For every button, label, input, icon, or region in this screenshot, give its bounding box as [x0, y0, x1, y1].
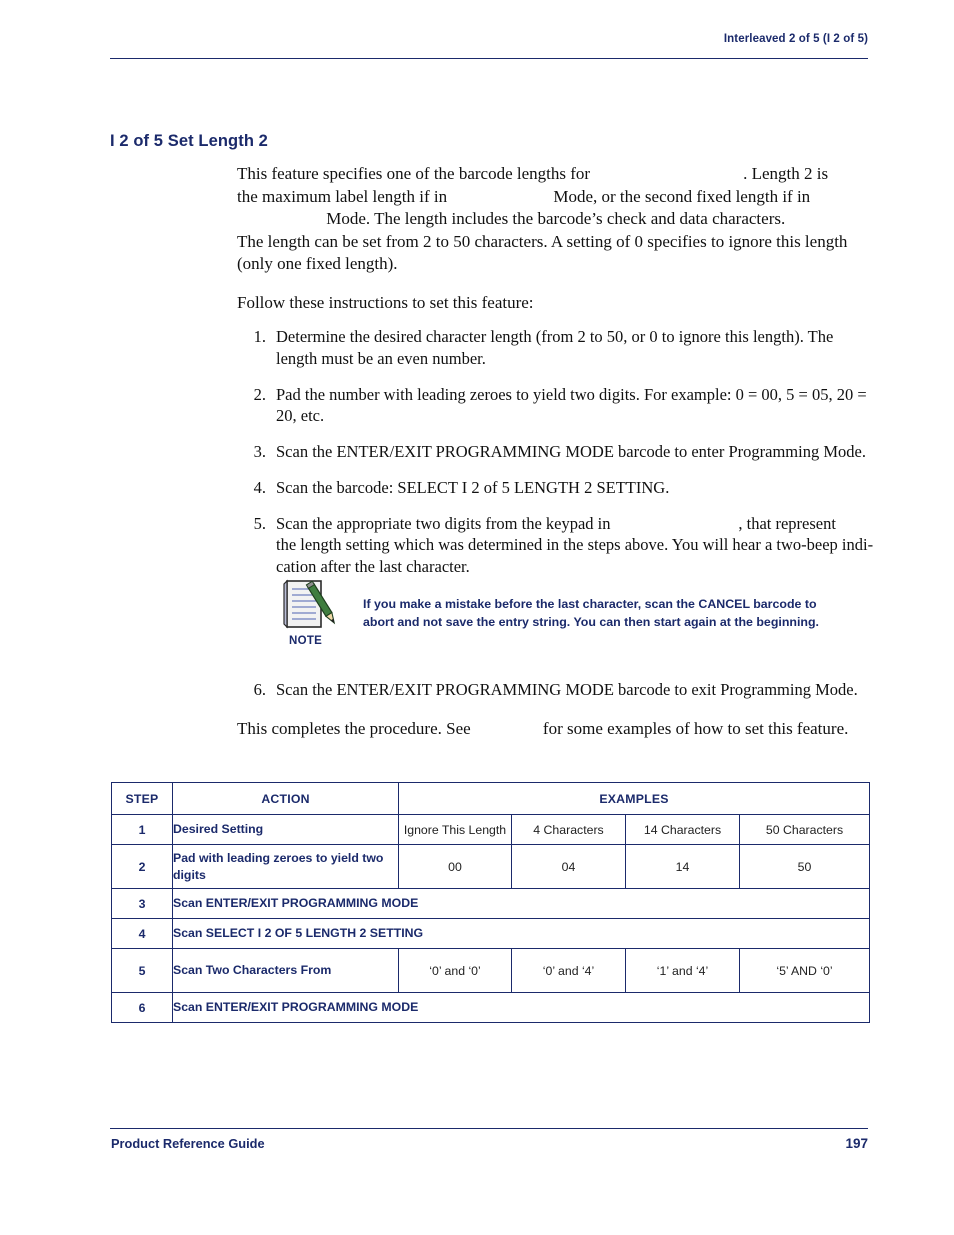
table-row: 5 Scan Two Characters From ‘0’ and ‘0’ ‘… [111, 948, 870, 993]
step-item-1: 1. Determine the desired character lengt… [244, 326, 874, 370]
step-number: 3. [253, 442, 266, 462]
closing-paragraph: This completes the procedure. See for so… [237, 718, 877, 741]
row-step: 4 [111, 918, 173, 949]
row-example-1: ‘0’ and ‘0’ [398, 948, 512, 993]
running-header: Interleaved 2 of 5 (I 2 of 5) [723, 33, 868, 45]
intro-follow-instructions: Follow these instructions to set this fe… [237, 293, 534, 313]
intro-line-5: (only one fixed length). [237, 254, 398, 274]
row-example-3: 14 Characters [625, 814, 740, 845]
row-step: 2 [111, 844, 173, 889]
row-example-4: ‘5’ AND ‘0’ [739, 948, 870, 993]
footer-divider [110, 1128, 868, 1129]
closing-b: for some examples of how to set this fea… [542, 719, 849, 738]
row-action: Scan ENTER/EXIT PROGRAMMING MODE [172, 992, 870, 1023]
steps-list: 1. Determine the desired character lengt… [244, 326, 874, 592]
table-row: 6 Scan ENTER/EXIT PROGRAMMING MODE [111, 992, 870, 1023]
procedure-table: STEP ACTION EXAMPLES 1 Desired Setting I… [111, 782, 870, 1023]
intro-line-2: the maximum label length if in Mode, or … [237, 186, 873, 209]
note-text: If you make a mistake before the last ch… [363, 596, 855, 632]
intro-line-1b: . Length 2 is [743, 164, 829, 183]
step-5-blank [611, 514, 739, 533]
step-text-b: , that represent [738, 513, 836, 533]
step-item-5: 5. Scan the appropriate two digits from … [244, 513, 874, 578]
note-line-1: If you make a mistake before the last ch… [363, 597, 817, 611]
step-number: 1. [253, 327, 266, 346]
table-header-examples: EXAMPLES [398, 782, 870, 815]
row-step: 5 [111, 948, 173, 993]
table-row: 4 Scan SELECT I 2 OF 5 LENGTH 2 SETTING [111, 918, 870, 949]
table-row: 1 Desired Setting Ignore This Length 4 C… [111, 814, 870, 845]
table-row: 3 Scan ENTER/EXIT PROGRAMMING MODE [111, 888, 870, 919]
row-example-2: ‘0’ and ‘4’ [511, 948, 626, 993]
step-item-4: 4. Scan the barcode: SELECT I 2 of 5 LEN… [244, 477, 874, 499]
row-example-4: 50 [739, 844, 870, 889]
row-example-2: 04 [511, 844, 626, 889]
table-header-action: ACTION [172, 782, 399, 815]
note-line-2: abort and not save the entry string. You… [363, 614, 819, 629]
intro-line-3a: Mode. The length includes the barcode’s … [326, 209, 786, 229]
document-page: Interleaved 2 of 5 (I 2 of 5) I 2 of 5 S… [0, 0, 954, 1235]
row-action: Scan ENTER/EXIT PROGRAMMING MODE [172, 888, 870, 919]
step-number: 2. [253, 384, 266, 404]
row-action: Scan Two Characters From [172, 948, 399, 993]
table-row: 2 Pad with leading zeroes to yield two d… [111, 844, 870, 889]
intro-line-1a: This feature specifies one of the barcod… [237, 164, 591, 183]
intro-line-1: This feature specifies one of the barcod… [237, 163, 873, 186]
step-text: Scan the barcode: SELECT I 2 of 5 LENGTH… [276, 477, 670, 497]
row-example-3: ‘1’ and ‘4’ [625, 948, 740, 993]
step-item-3: 3. Scan the ENTER/EXIT PROGRAMMING MODE … [244, 441, 874, 463]
row-example-2: 4 Characters [511, 814, 626, 845]
closing-blank [471, 719, 543, 738]
step-text: Determine the desired character length (… [276, 327, 834, 368]
intro-blank-1 [590, 164, 743, 183]
row-example-3: 14 [625, 844, 740, 889]
step-6-list: 6. Scan the ENTER/EXIT PROGRAMMING MODE … [244, 679, 874, 715]
intro-line-2b: Mode, or the second fixed length if in [553, 186, 811, 206]
step-number: 5. [253, 513, 266, 533]
footer-title: Product Reference Guide [111, 1136, 265, 1151]
intro-blank-3 [237, 209, 326, 228]
row-action: Pad with leading zeroes to yield two dig… [172, 844, 399, 889]
step-text-d: cation after the last character. [276, 557, 470, 577]
row-step: 3 [111, 888, 173, 919]
closing-a: This completes the procedure. See [237, 719, 471, 738]
step-number: 4. [253, 477, 266, 497]
table-header-row: STEP ACTION EXAMPLES [111, 782, 870, 815]
row-example-1: 00 [398, 844, 512, 889]
page-number: 197 [845, 1136, 868, 1151]
row-action: Desired Setting [172, 814, 399, 845]
header-divider [110, 58, 868, 59]
row-example-1: Ignore This Length [398, 814, 512, 845]
row-step: 1 [111, 814, 173, 845]
step-text: Scan the ENTER/EXIT PROGRAMMING MODE bar… [276, 442, 866, 462]
row-action: Scan SELECT I 2 OF 5 LENGTH 2 SETTING [172, 918, 870, 949]
intro-paragraphs: This feature specifies one of the barcod… [237, 163, 873, 315]
step-number: 6. [253, 680, 266, 699]
intro-line-4: The length can be set from 2 to 50 chara… [237, 231, 848, 251]
step-item-2: 2. Pad the number with leading zeroes to… [244, 384, 874, 428]
step-item-6: 6. Scan the ENTER/EXIT PROGRAMMING MODE … [244, 679, 874, 701]
intro-line-3: Mode. The length includes the barcode’s … [237, 208, 873, 231]
step-text-a: Scan the appropriate two digits from the… [276, 513, 611, 533]
page-title: I 2 of 5 Set Length 2 [110, 132, 268, 150]
row-example-4: 50 Characters [739, 814, 870, 845]
notepad-pencil-icon [283, 578, 343, 632]
intro-blank-2 [447, 187, 553, 206]
step-text-c: the length setting which was determined … [276, 535, 874, 555]
table-header-step: STEP [111, 782, 173, 815]
step-text: Pad the number with leading zeroes to yi… [276, 384, 867, 426]
step-text: Scan the ENTER/EXIT PROGRAMMING MODE bar… [276, 680, 858, 699]
note-label: NOTE [289, 635, 323, 647]
intro-line-2a: the maximum label length if in [237, 186, 448, 206]
row-step: 6 [111, 992, 173, 1023]
